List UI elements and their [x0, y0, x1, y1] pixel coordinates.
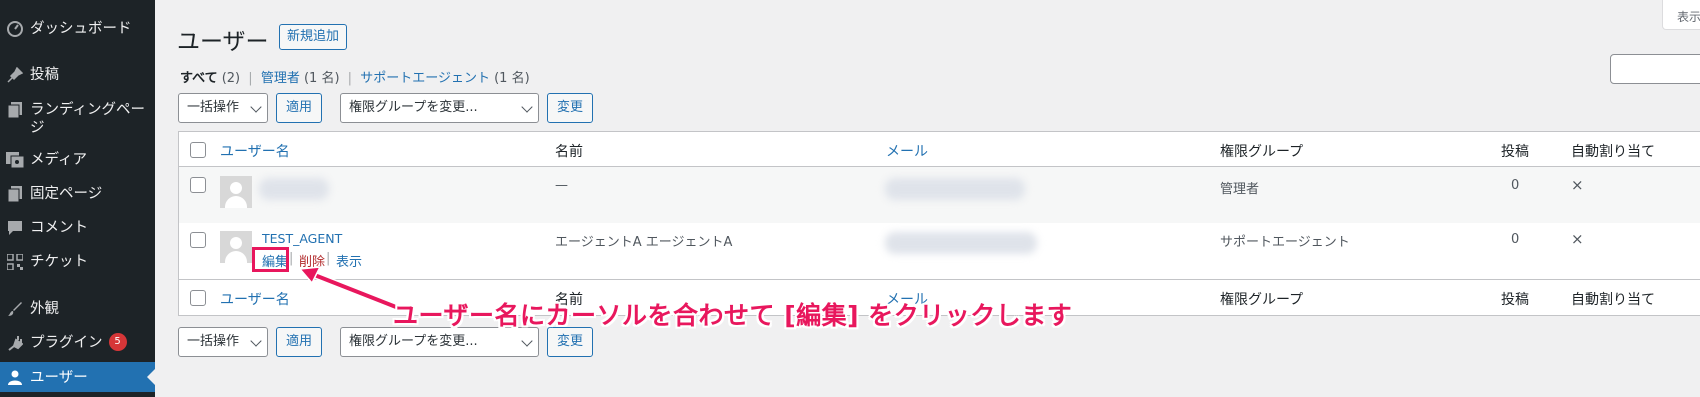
user-icon — [0, 367, 30, 387]
chevron-down-icon — [250, 101, 262, 113]
user-search-input[interactable] — [1610, 54, 1700, 84]
column-auto-assign: 自動割り当て — [1571, 144, 1655, 160]
row-checkbox[interactable] — [190, 232, 206, 248]
avatar — [220, 231, 252, 263]
select-all-checkbox[interactable] — [190, 142, 206, 158]
filter-all-count: (2) — [221, 71, 241, 86]
column-username-footer[interactable]: ユーザー名 — [220, 289, 290, 309]
menu-landing-pages[interactable]: ランディングページ — [0, 100, 155, 137]
add-new-user-button[interactable]: 新規追加 — [279, 24, 348, 50]
plugin-icon — [0, 333, 30, 353]
filter-separator: | — [347, 71, 353, 86]
current-menu-arrow — [147, 369, 155, 385]
pages-icon — [0, 100, 30, 120]
chevron-down-icon — [521, 101, 533, 113]
menu-tickets[interactable]: チケット — [0, 252, 155, 272]
auto-assign-off-icon: × — [1571, 230, 1584, 248]
menu-appearance[interactable]: 外観 — [0, 299, 155, 319]
role-change-value: 権限グループを変更... — [349, 100, 478, 115]
menu-dashboard[interactable]: ダッシュボード — [0, 19, 155, 39]
bulk-apply-button-bottom[interactable]: 適用 — [276, 327, 322, 357]
page-title: ユーザー — [177, 29, 269, 55]
role-change-button-top[interactable]: 変更 — [547, 93, 593, 123]
filter-separator: | — [248, 71, 253, 86]
edit-highlight-box — [252, 247, 289, 272]
column-role-footer: 権限グループ — [1220, 292, 1304, 308]
comment-icon — [0, 218, 30, 238]
row-posts[interactable]: 0 — [1511, 178, 1519, 193]
menu-users[interactable]: ユーザー — [0, 362, 155, 392]
role-change-select-top[interactable]: 権限グループを変更... — [340, 93, 539, 123]
filter-admin-count: (1 名) — [303, 71, 340, 86]
column-name: 名前 — [555, 144, 583, 160]
dashboard-icon — [0, 19, 30, 39]
column-posts-footer: 投稿 — [1501, 292, 1529, 308]
redacted-username — [259, 178, 329, 200]
column-auto-assign-footer: 自動割り当て — [1571, 292, 1655, 308]
redacted-email — [885, 178, 1025, 200]
filter-admin[interactable]: 管理者 — [261, 71, 300, 86]
pin-icon — [0, 65, 30, 85]
select-all-checkbox-footer[interactable] — [190, 290, 206, 306]
screen-options-button[interactable]: 表示 — [1662, 0, 1700, 30]
chevron-down-icon — [250, 335, 262, 347]
menu-plugins[interactable]: プラグイン 5 — [0, 333, 155, 353]
menu-posts[interactable]: 投稿 — [0, 65, 155, 85]
filter-support-count: (1 名) — [494, 71, 530, 86]
auto-assign-off-icon: × — [1571, 176, 1584, 194]
annotation-arrow-icon — [298, 266, 398, 311]
bulk-action-select-bottom[interactable]: 一括操作 — [178, 327, 268, 357]
role-filter-links: すべて (2) | 管理者 (1 名) | サポートエージェント (1 名) — [180, 67, 530, 86]
row-role: サポートエージェント — [1220, 235, 1350, 250]
chevron-down-icon — [521, 335, 533, 347]
row-username-link[interactable]: TEST_AGENT — [262, 231, 342, 246]
filter-support-agent[interactable]: サポートエージェント — [360, 71, 490, 86]
bulk-action-value: 一括操作 — [187, 334, 240, 349]
avatar — [220, 176, 252, 208]
row-name: エージェントA エージェントA — [555, 235, 733, 250]
bulk-action-value: 一括操作 — [187, 100, 240, 115]
page-icon — [0, 184, 30, 204]
role-change-value: 権限グループを変更... — [349, 334, 478, 349]
column-email[interactable]: メール — [886, 141, 928, 161]
media-icon — [0, 150, 30, 170]
bulk-action-select-top[interactable]: 一括操作 — [178, 93, 268, 123]
annotation-text: ユーザー名にカーソルを合わせて [編集] をクリックします — [393, 301, 1073, 330]
filter-all[interactable]: すべて — [180, 71, 218, 86]
column-posts: 投稿 — [1501, 144, 1529, 160]
column-role: 権限グループ — [1220, 144, 1304, 160]
row-posts[interactable]: 0 — [1511, 232, 1519, 247]
column-username[interactable]: ユーザー名 — [220, 141, 290, 161]
plugin-update-badge: 5 — [108, 333, 127, 351]
row-role: 管理者 — [1220, 182, 1260, 197]
ticket-icon — [0, 252, 30, 272]
admin-sidebar: ダッシュボード 投稿 ランディングページ メディア 固定ページ コメント チケッ… — [0, 0, 155, 397]
row-checkbox[interactable] — [190, 177, 206, 193]
row-name: — — [555, 178, 568, 193]
appearance-icon — [0, 299, 30, 319]
bulk-apply-button-top[interactable]: 適用 — [276, 93, 322, 123]
menu-media[interactable]: メディア — [0, 150, 155, 170]
menu-comments[interactable]: コメント — [0, 218, 155, 238]
redacted-email — [885, 232, 1037, 254]
menu-pages[interactable]: 固定ページ — [0, 184, 155, 204]
